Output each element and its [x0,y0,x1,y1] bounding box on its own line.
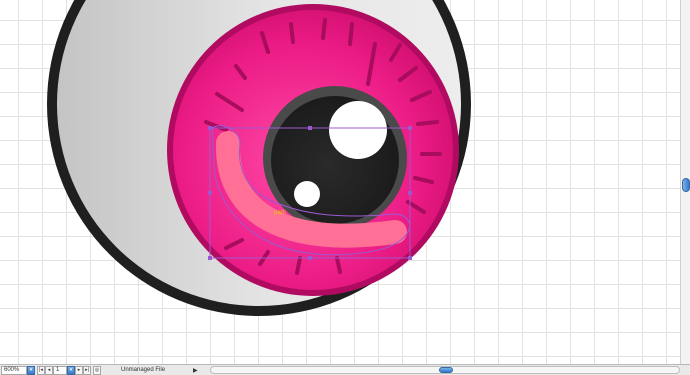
page-field[interactable]: 1 [53,365,67,375]
prev-page-icon[interactable]: ◂ [45,365,53,375]
zoom-field[interactable]: 600% [1,365,27,375]
status-bar: 600% ▾ |◂ ◂ 1 ▾ ▸ ▸| ◎ Unmanaged File ▶ [0,364,690,375]
zoom-dropdown-icon[interactable]: ▾ [27,365,35,375]
play-icon[interactable]: ▶ [193,367,198,374]
last-page-icon[interactable]: ▸| [83,365,91,375]
small-highlight [294,181,320,207]
horizontal-scrollbar[interactable] [210,366,680,374]
large-highlight [329,101,387,159]
horizontal-scroll-thumb[interactable] [439,367,453,373]
artboard-canvas[interactable]: path [0,0,680,364]
vertical-scroll-thumb[interactable] [682,178,690,192]
illustrator-window: path 600% ▾ |◂ ◂ 1 ▾ ▸ ▸| ◎ Unmanaged Fi… [0,0,690,375]
next-page-icon[interactable]: ▸ [75,365,83,375]
file-status: Unmanaged File [121,367,166,373]
document-icon[interactable]: ◎ [93,365,101,375]
eye-illustration: path [47,0,471,316]
path-label: path [274,210,286,216]
page-dropdown-icon[interactable]: ▾ [67,365,75,375]
first-page-icon[interactable]: |◂ [37,365,45,375]
page-value: 1 [56,367,60,373]
vertical-scrollbar[interactable] [680,0,690,364]
zoom-value: 600% [4,367,20,373]
